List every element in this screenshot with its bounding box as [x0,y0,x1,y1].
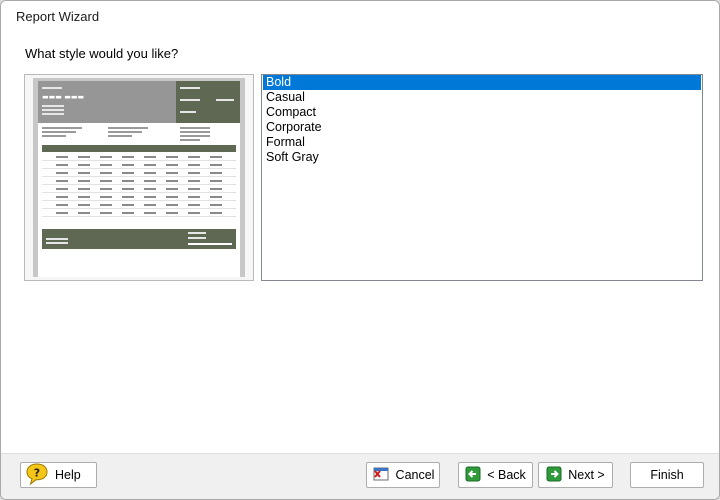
style-preview-frame: ▬▬▬ ▬▬▬ [24,74,254,281]
preview-company-placeholder: ▬▬▬ ▬▬▬ [42,93,85,101]
report-wizard-window: Report Wizard What style would you like?… [0,0,720,500]
title-bar[interactable]: Report Wizard [1,1,719,33]
preview-table-header [42,145,236,152]
svg-text:?: ? [34,466,40,479]
style-option-corporate[interactable]: Corporate [263,120,701,135]
finish-button[interactable]: Finish [630,462,704,488]
style-option-bold[interactable]: Bold [263,75,701,90]
help-button-label: Help [55,468,81,482]
preview-totals-block [42,229,236,249]
finish-button-label: Finish [650,468,684,482]
question-bubble-icon: ? [25,462,49,489]
next-button-label: Next > [568,468,605,482]
style-option-soft-gray[interactable]: Soft Gray [263,150,701,165]
green-left-arrow-icon [465,466,481,485]
cancel-document-icon [372,465,390,486]
cancel-button[interactable]: Cancel [366,462,440,488]
style-option-casual[interactable]: Casual [263,90,701,105]
style-option-formal[interactable]: Formal [263,135,701,150]
green-right-arrow-icon [546,466,562,485]
style-preview: ▬▬▬ ▬▬▬ [33,78,245,277]
back-button[interactable]: < Back [458,462,533,488]
help-button[interactable]: ? Help [20,462,97,488]
style-question-label: What style would you like? [25,46,179,61]
next-button[interactable]: Next > [538,462,613,488]
cancel-button-label: Cancel [395,468,435,482]
wizard-footer: ? Help Cancel < Back Next > Finish [1,453,719,499]
back-button-label: < Back [487,468,526,482]
preview-page-sheet: ▬▬▬ ▬▬▬ [38,81,240,277]
window-title: Report Wizard [16,9,100,24]
style-listbox[interactable]: Bold Casual Compact Corporate Formal Sof… [261,74,703,281]
style-option-compact[interactable]: Compact [263,105,701,120]
